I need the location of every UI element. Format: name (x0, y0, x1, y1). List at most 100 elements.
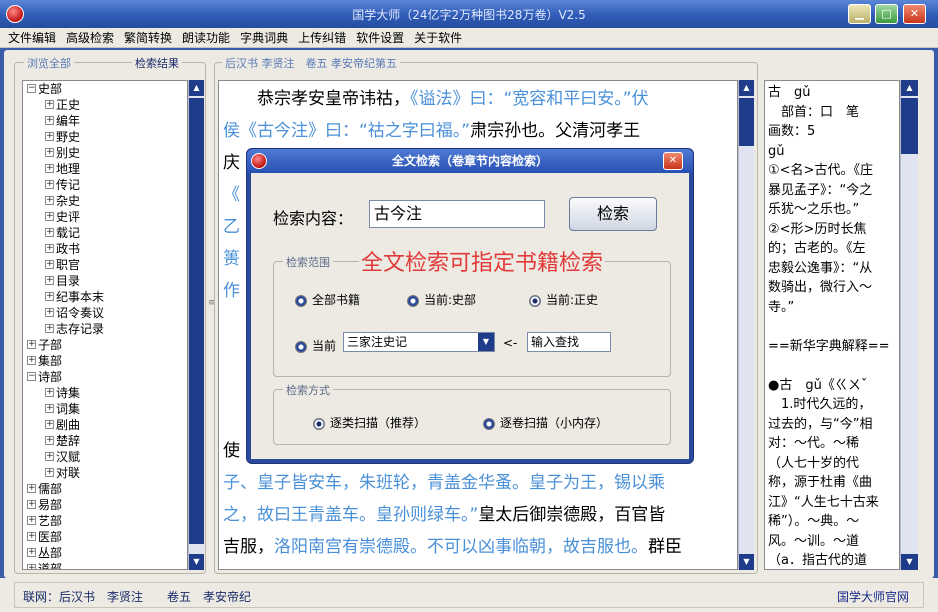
menu-convert[interactable]: 繁简转换 (122, 28, 174, 48)
radio-scope-all[interactable] (295, 294, 307, 307)
scroll-thumb[interactable] (189, 98, 204, 544)
tree-node[interactable]: + 集部 (27, 353, 62, 369)
tab-browse-all[interactable]: 浏览全部 (24, 55, 74, 71)
menu-advanced-search[interactable]: 高级检索 (64, 28, 116, 48)
tree-node[interactable]: + 传记 (45, 177, 80, 193)
tree-node[interactable]: + 杂史 (45, 193, 80, 209)
radio-scope-book[interactable] (295, 340, 307, 353)
content-scroll-thumb[interactable] (739, 98, 754, 146)
scope-current-shibu[interactable]: 当前:史部 (407, 291, 476, 308)
expand-icon[interactable]: + (45, 196, 54, 205)
expand-icon[interactable]: + (27, 500, 36, 509)
tree-node[interactable]: + 别史 (45, 145, 80, 161)
tree-node[interactable]: + 医部 (27, 529, 62, 545)
expand-icon[interactable]: + (45, 164, 54, 173)
expand-icon[interactable]: + (45, 116, 54, 125)
tree-node[interactable]: + 艺部 (27, 513, 62, 529)
expand-icon[interactable]: + (45, 324, 54, 333)
expand-icon[interactable]: + (45, 388, 54, 397)
method-by-category[interactable]: 逐类扫描（推荐） (313, 414, 426, 431)
tree-node[interactable]: − 史部 (27, 81, 62, 97)
expand-icon[interactable]: + (45, 180, 54, 189)
expand-icon[interactable]: + (45, 420, 54, 429)
tree-node[interactable]: + 志存记录 (45, 321, 104, 337)
tree-node[interactable]: + 政书 (45, 241, 80, 257)
expand-icon[interactable]: + (27, 548, 36, 557)
expand-icon[interactable]: + (45, 132, 54, 141)
dialog-close-button[interactable]: ✕ (663, 152, 683, 170)
tree-node[interactable]: + 楚辞 (45, 433, 80, 449)
tree-node[interactable]: + 目录 (45, 273, 80, 289)
menu-dictionary[interactable]: 字典词典 (238, 28, 290, 48)
find-input[interactable]: 输入查找 (527, 332, 611, 352)
dict-scroll-up-icon[interactable]: ▲ (901, 80, 918, 96)
tree-node[interactable]: − 诗部 (27, 369, 62, 385)
scroll-up-arrow-icon[interactable]: ▲ (189, 80, 204, 96)
tree-node[interactable]: + 诗集 (45, 385, 80, 401)
expand-icon[interactable]: + (45, 276, 54, 285)
expand-icon[interactable]: + (27, 356, 36, 365)
tree-scrollbar[interactable]: ▲ ▼ (188, 80, 204, 570)
radio-scope-shibu[interactable] (407, 294, 419, 307)
tab-search-results[interactable]: 检索结果 (132, 55, 182, 71)
menu-upload-correction[interactable]: 上传纠错 (296, 28, 348, 48)
tree-node[interactable]: + 易部 (27, 497, 62, 513)
tree-node[interactable]: + 剧曲 (45, 417, 80, 433)
expand-icon[interactable]: + (45, 292, 54, 301)
expand-icon[interactable]: + (27, 532, 36, 541)
expand-icon[interactable]: + (45, 468, 54, 477)
close-button[interactable]: ✕ (903, 4, 926, 24)
scope-current-zhengshi[interactable]: 当前:正史 (529, 291, 598, 308)
expand-icon[interactable]: + (45, 148, 54, 157)
search-input[interactable]: 古今注 (369, 200, 545, 228)
content-scrollbar[interactable]: ▲ ▼ (738, 80, 754, 570)
expand-icon[interactable]: + (45, 260, 54, 269)
expand-icon[interactable]: + (27, 484, 36, 493)
menu-read-aloud[interactable]: 朗读功能 (180, 28, 232, 48)
tree-node[interactable]: + 正史 (45, 97, 80, 113)
content-scroll-up-icon[interactable]: ▲ (739, 80, 754, 96)
expand-icon[interactable]: + (27, 340, 36, 349)
menu-about[interactable]: 关于软件 (412, 28, 464, 48)
scope-all-books[interactable]: 全部书籍 (295, 291, 360, 308)
expand-icon[interactable]: + (45, 100, 54, 109)
tree-node[interactable]: + 儒部 (27, 481, 62, 497)
minimize-button[interactable]: ▁ (848, 4, 871, 24)
tree-node[interactable]: + 地理 (45, 161, 80, 177)
expand-icon[interactable]: + (45, 452, 54, 461)
collapse-icon[interactable]: − (27, 372, 36, 381)
book-select[interactable]: 三家注史记 ▼ (343, 332, 495, 352)
tree-node[interactable]: + 野史 (45, 129, 80, 145)
tree-node[interactable]: + 子部 (27, 337, 62, 353)
expand-icon[interactable]: + (27, 564, 36, 569)
tree-node[interactable]: + 纪事本末 (45, 289, 104, 305)
tree-node[interactable]: + 诏令奏议 (45, 305, 104, 321)
tree-node[interactable]: + 道部 (27, 561, 62, 569)
expand-icon[interactable]: + (45, 436, 54, 445)
expand-icon[interactable]: + (45, 212, 54, 221)
expand-icon[interactable]: + (27, 516, 36, 525)
tree-node[interactable]: + 史评 (45, 209, 80, 225)
dict-scrollbar[interactable]: ▲ ▼ (900, 80, 918, 570)
official-site-link[interactable]: 国学大师官网 (837, 588, 909, 605)
expand-icon[interactable]: + (45, 404, 54, 413)
dict-scroll-down-icon[interactable]: ▼ (901, 554, 918, 570)
radio-method-category[interactable] (313, 417, 325, 430)
chevron-down-icon[interactable]: ▼ (478, 333, 494, 351)
menu-settings[interactable]: 软件设置 (354, 28, 406, 48)
expand-icon[interactable]: + (45, 244, 54, 253)
tree-node[interactable]: + 职官 (45, 257, 80, 273)
tree-node[interactable]: + 载记 (45, 225, 80, 241)
radio-scope-zhengshi[interactable] (529, 294, 541, 307)
content-scroll-down-icon[interactable]: ▼ (739, 554, 754, 570)
expand-icon[interactable]: + (45, 228, 54, 237)
tree-node[interactable]: + 汉赋 (45, 449, 80, 465)
tree-node[interactable]: + 丛部 (27, 545, 62, 561)
radio-method-volume[interactable] (483, 417, 495, 430)
expand-icon[interactable]: + (45, 308, 54, 317)
search-button[interactable]: 检索 (569, 197, 657, 231)
tree-node[interactable]: + 词集 (45, 401, 80, 417)
category-tree[interactable]: − 史部 + 正史 + 编年 + 野史 + 别史 + 地理 + 传记 + 杂史 + 史评 + 载记 + 政书 + 职官 + 目录 +… (22, 80, 188, 570)
maximize-button[interactable]: □ (875, 4, 898, 24)
method-by-volume[interactable]: 逐卷扫描（小内存） (483, 414, 608, 431)
